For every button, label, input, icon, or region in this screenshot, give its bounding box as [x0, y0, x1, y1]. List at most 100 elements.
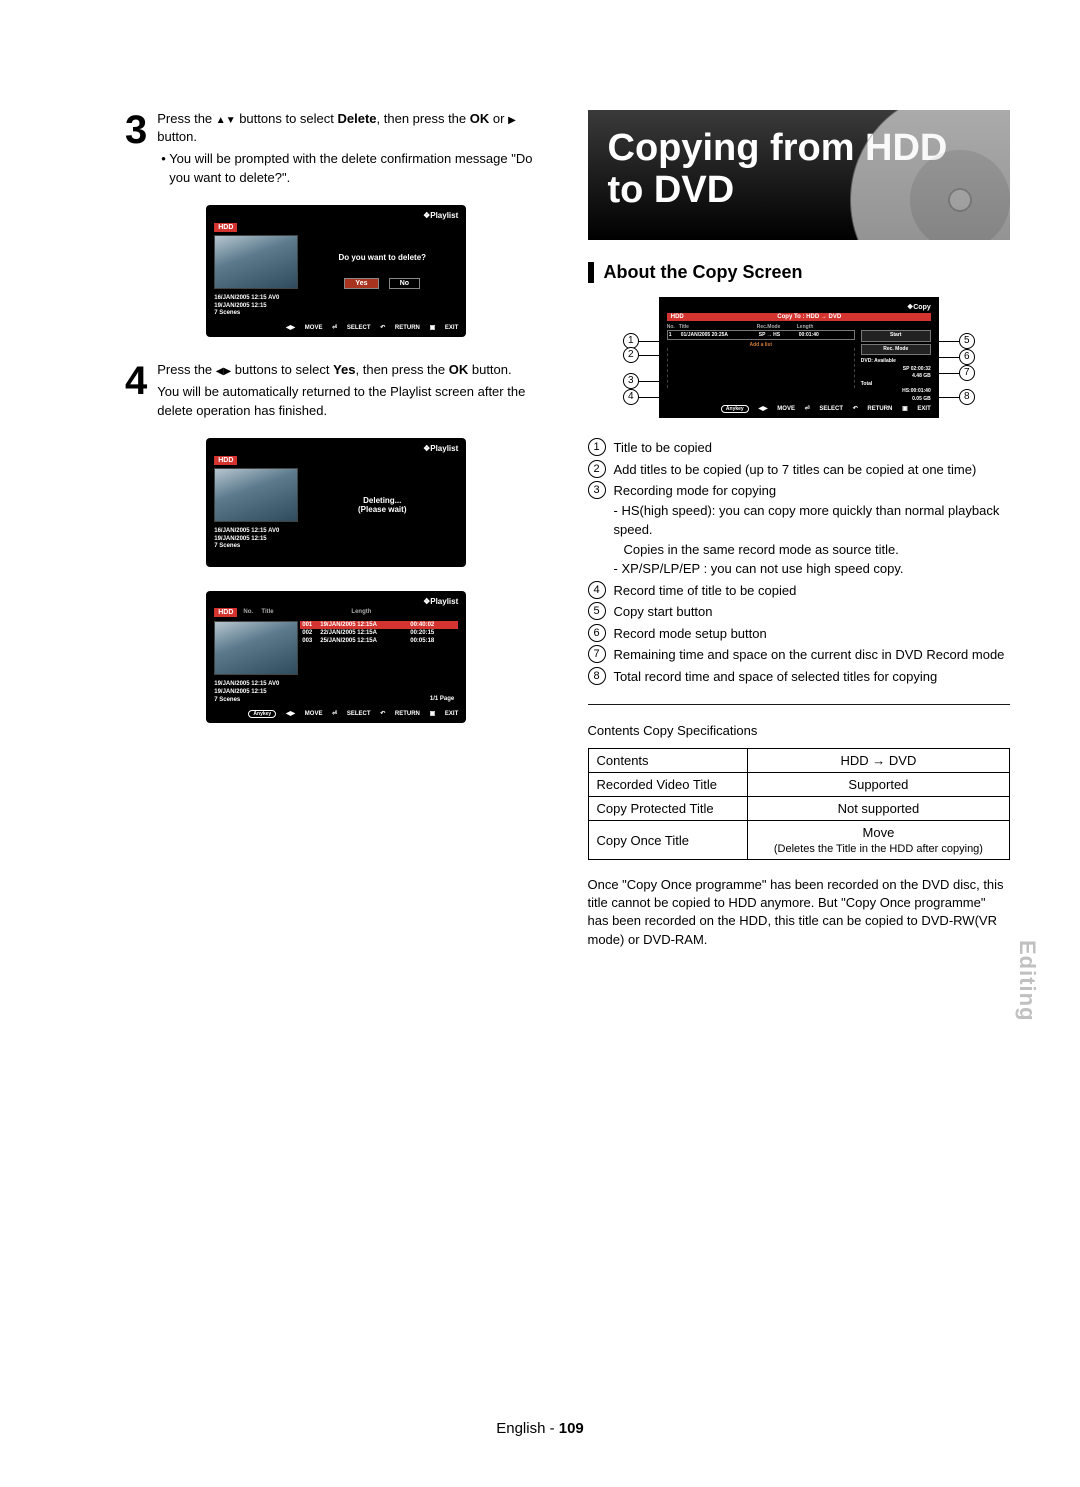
- text: , then press the: [356, 362, 449, 377]
- step-3: 3 Press the buttons to select Delete, th…: [125, 110, 548, 187]
- text: button.: [468, 362, 511, 377]
- col-title: Title: [261, 609, 351, 616]
- hdd-badge: HDD: [214, 608, 237, 617]
- table-row[interactable]: 001 19/JAN/2005 12:15A 00:40:02: [300, 621, 458, 629]
- section-title: About the Copy Screen: [588, 262, 1011, 283]
- callout-6: 6: [959, 349, 975, 365]
- divider: [588, 704, 1011, 705]
- td: Recorded Video Title: [588, 773, 747, 797]
- legend-8: Total record time and space of selected …: [614, 667, 938, 687]
- ss-info: 16/JAN/2005 12:15 AV0 19/JAN/2005 12:15 …: [214, 295, 298, 318]
- text: Recording mode for copying: [614, 483, 777, 498]
- legend-6: Record mode setup button: [614, 624, 767, 644]
- legend-7: Remaining time and space on the current …: [614, 645, 1005, 665]
- th: HDD → DVD: [747, 749, 1009, 773]
- footer-lang: English -: [496, 1420, 559, 1437]
- callout-7: 7: [959, 365, 975, 381]
- dvd-sp: SP 02:00:32: [861, 366, 931, 374]
- screenshot-playlist-result: Playlist HDD No. Title Length 19/JAN/200…: [206, 591, 466, 723]
- ss-head: Playlist: [214, 597, 458, 606]
- legend-2: Add titles to be copied (up to 7 titles …: [614, 460, 977, 480]
- text: SELECT: [819, 406, 843, 412]
- cell: 01/JAN/2005 20:25A: [681, 332, 759, 338]
- legend-5: Copy start button: [614, 602, 713, 622]
- text: Move: [863, 825, 895, 840]
- td: Copy Once Title: [588, 821, 747, 860]
- bold: OK: [449, 362, 469, 377]
- cell: 00:05:18: [410, 638, 448, 644]
- start-button[interactable]: Start: [861, 330, 931, 342]
- footer-page: 109: [559, 1420, 584, 1437]
- thumbnail-image: [214, 468, 298, 522]
- deleting-status: Deleting... (Please wait): [306, 496, 458, 514]
- spec-table: Contents HDD → DVD Recorded Video Title …: [588, 748, 1011, 860]
- anykey-pill: Anykey: [721, 405, 749, 413]
- callout-4: 4: [623, 389, 639, 405]
- col-length: Length: [351, 609, 389, 616]
- td: Not supported: [747, 797, 1009, 821]
- text: 19/JAN/2005 12:15: [214, 536, 266, 542]
- legend-1: Title to be copied: [614, 438, 713, 458]
- ss-head: Playlist: [214, 444, 458, 453]
- side-tab-editing: Editing: [1014, 940, 1040, 1022]
- td: Copy Protected Title: [588, 797, 747, 821]
- text: 19/JAN/2005 12:15 AV0: [214, 681, 279, 687]
- text: , then press the: [377, 111, 470, 126]
- text: EXIT: [917, 406, 930, 412]
- cell: 003: [302, 638, 320, 644]
- hdd-badge: HDD: [667, 313, 688, 321]
- yes-button[interactable]: Yes: [344, 278, 378, 289]
- ss-footer: Anykey ◀▶ MOVE ⏎ SELECT ↶ RETURN ▣ EXIT: [214, 710, 458, 717]
- rec-mode-button[interactable]: Rec. Mode: [861, 344, 931, 356]
- step-3-bullet: • You will be prompted with the delete c…: [169, 150, 547, 186]
- ss-head: Playlist: [214, 211, 458, 220]
- table-row[interactable]: 003 25/JAN/2005 12:15A 00:05:18: [300, 637, 458, 645]
- text: EXIT: [445, 325, 458, 331]
- text: 16/JAN/2005 12:15 AV0: [214, 528, 279, 534]
- table-row[interactable]: 002 22/JAN/2005 12:15A 00:20:15: [300, 629, 458, 637]
- ss-info: 19/JAN/2005 12:15 AV0 19/JAN/2005 12:15 …: [214, 681, 298, 704]
- cell: 00:40:02: [410, 622, 448, 628]
- page-footer: English - 109: [0, 1420, 1080, 1437]
- right-icon: [508, 111, 516, 126]
- delete-prompt: Do you want to delete?: [306, 253, 458, 262]
- text: RETURN: [395, 711, 420, 717]
- text: - XP/SP/LP/EP : you can not use high spe…: [614, 561, 904, 576]
- text: Press the: [157, 362, 216, 377]
- step-number: 3: [125, 110, 147, 150]
- text: button.: [157, 129, 197, 144]
- note-text: Once "Copy Once programme" has been reco…: [588, 876, 1011, 949]
- ss-head: Copy: [667, 303, 931, 311]
- text: 16/JAN/2005 12:15 AV0: [214, 295, 279, 301]
- text: (Please wait): [306, 505, 458, 514]
- list-header: No. Title Length: [237, 608, 458, 617]
- bold: OK: [470, 111, 490, 126]
- text: MOVE: [305, 325, 323, 331]
- text: 7 Scenes: [214, 310, 240, 316]
- total-hs: HS:00:01:40: [861, 388, 931, 396]
- screenshot-deleting: Playlist HDD 16/JAN/2005 12:15 AV0 19/JA…: [206, 438, 466, 567]
- cell: 002: [302, 630, 320, 636]
- page-indicator: 1/1 Page: [430, 696, 454, 702]
- text: MOVE: [305, 711, 323, 717]
- no-button[interactable]: No: [389, 278, 420, 289]
- callout-5: 5: [959, 333, 975, 349]
- hdd-badge: HDD: [214, 456, 237, 465]
- copy-screen-diagram: 1 2 3 4 5 6 7 8 Copy HDD Copy To : HDD →…: [659, 297, 939, 418]
- text: buttons to select: [236, 111, 338, 126]
- copy-row[interactable]: 1 01/JAN/2005 20:25A SP → HS 00:01:40: [667, 330, 855, 340]
- legend-list: 1Title to be copied 2Add titles to be co…: [588, 438, 1011, 686]
- ss-info: 16/JAN/2005 12:15 AV0 19/JAN/2005 12:15 …: [214, 528, 298, 551]
- text: Copies in the same record mode as source…: [624, 540, 899, 560]
- text: You will be prompted with the delete con…: [169, 151, 532, 184]
- text: MOVE: [777, 406, 795, 412]
- step-number: 4: [125, 361, 147, 401]
- step-4: 4 Press the buttons to select Yes, then …: [125, 361, 548, 420]
- title-box: Copying from HDD to DVD: [588, 110, 1011, 240]
- disc-icon: [850, 110, 1010, 240]
- text: 7 Scenes: [214, 697, 240, 703]
- left-column: 3 Press the buttons to select Delete, th…: [125, 110, 548, 949]
- text: RETURN: [395, 325, 420, 331]
- bold: Yes: [333, 362, 355, 377]
- text: 19/JAN/2005 12:15: [214, 689, 266, 695]
